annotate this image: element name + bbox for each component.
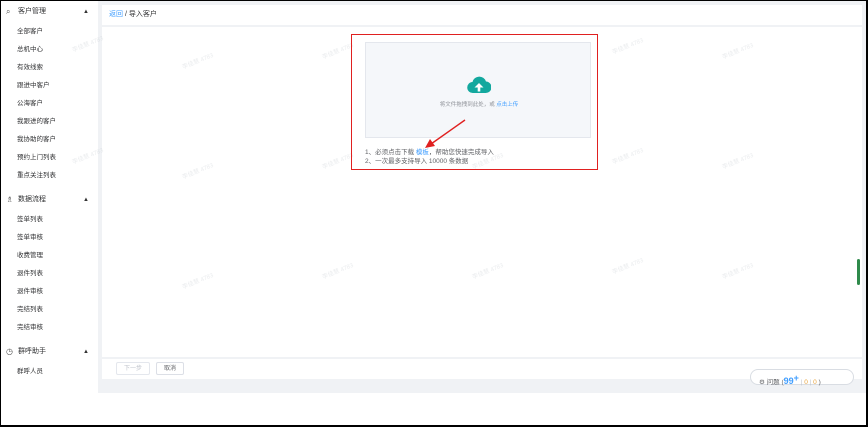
sidebar-item[interactable]: 公海客户 [1, 95, 98, 113]
sidebar-item[interactable]: 完结审核 [1, 319, 98, 337]
breadcrumb-bar: 返回 / 导入客户 [102, 5, 862, 25]
sidebar-item[interactable]: 退件列表 [1, 265, 98, 283]
app-window: ⌕ 客户管理 ▲ 全部客户 总机中心 有效线索 跟进中客户 公海客户 我跟进的客… [1, 1, 866, 425]
collapse-arrow-icon[interactable]: ▲ [83, 189, 89, 211]
menu-group-label: 客户管理 [18, 8, 46, 15]
annotation-arrow-icon [425, 119, 466, 148]
sidebar: ⌕ 客户管理 ▲ 全部客户 总机中心 有效线索 跟进中客户 公海客户 我跟进的客… [1, 1, 99, 393]
menu-group-label: 数据流程 [18, 196, 46, 203]
sidebar-item[interactable]: 签单审核 [1, 229, 98, 247]
customer-icon: ⌕ [6, 7, 11, 16]
sidebar-item[interactable]: 我跟进的客户 [1, 113, 98, 131]
collapse-arrow-icon[interactable]: ▲ [83, 341, 89, 363]
sidebar-item[interactable]: 收费管理 [1, 247, 98, 265]
back-link[interactable]: 返回 [109, 11, 123, 18]
menu-group-label: 群呼助手 [18, 348, 46, 355]
sidebar-item[interactable]: 完结列表 [1, 301, 98, 319]
sidebar-item[interactable]: 退件审核 [1, 283, 98, 301]
cancel-button[interactable]: 取消 [156, 362, 184, 375]
menu-group-flow[interactable]: ♗ 数据流程 ▲ [1, 189, 98, 211]
issue-count: 99 [783, 376, 794, 387]
sidebar-item[interactable]: 有效线索 [1, 59, 98, 77]
scrollbar-thumb[interactable] [857, 259, 860, 285]
bug-icon: ⚙ [759, 379, 765, 387]
sidebar-item[interactable]: 签单列表 [1, 211, 98, 229]
sidebar-item[interactable]: 群呼人员 [1, 363, 98, 381]
breadcrumb-current: 导入客户 [128, 11, 157, 18]
flow-icon: ♗ [6, 195, 14, 204]
annotation-highlight-box [351, 34, 598, 170]
sidebar-item[interactable]: 全部客户 [1, 23, 98, 41]
sidebar-item[interactable]: 跟进中客户 [1, 77, 98, 95]
call-assistant-icon: ◷ [6, 347, 13, 356]
breadcrumb: 返回 / 导入客户 [109, 5, 157, 25]
badge-close: ) [816, 379, 821, 387]
menu-group-customer[interactable]: ⌕ 客户管理 ▲ [1, 1, 98, 23]
menu-group-call-assistant[interactable]: ◷ 群呼助手 ▲ [1, 341, 98, 363]
collapse-arrow-icon[interactable]: ▲ [83, 1, 89, 23]
sidebar-item[interactable]: 我协助的客户 [1, 131, 98, 149]
issue-counter-badge[interactable]: ⚙ 问题 (99+ | 0 | 0 ) [750, 369, 854, 387]
sidebar-item[interactable]: 重点关注列表 [1, 167, 98, 185]
action-bar: 下一步 取消 [102, 359, 862, 379]
issue-label: 问题 ( [766, 379, 784, 387]
next-step-button[interactable]: 下一步 [116, 362, 150, 375]
